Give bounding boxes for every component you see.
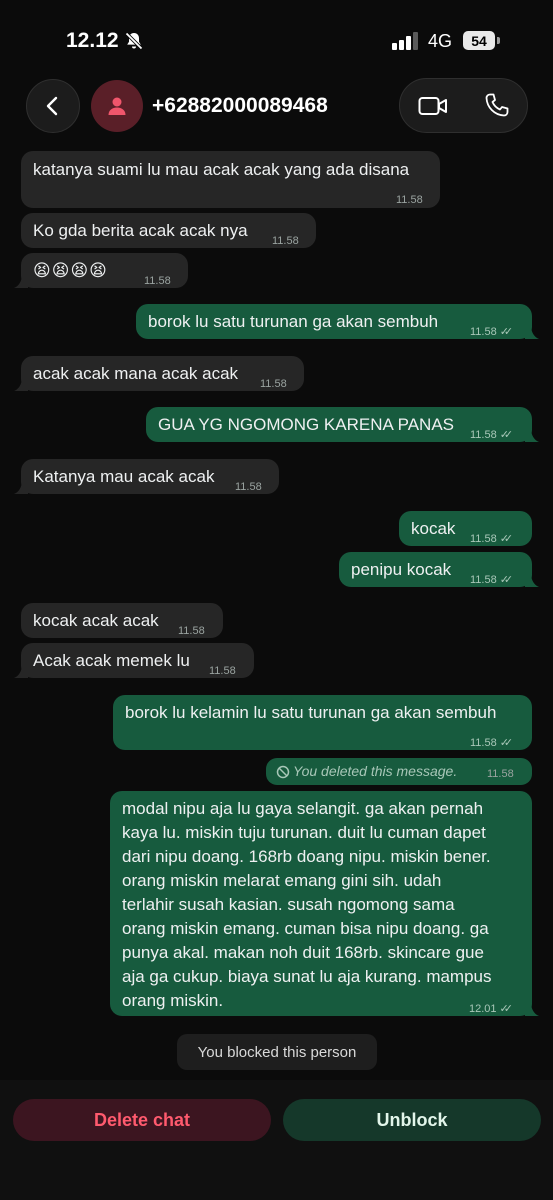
message-line: dari nipu doang. 168rb doang nipu. miski… bbox=[122, 847, 491, 866]
message-line: orang miskin melarat emang gini sih. uda… bbox=[122, 871, 442, 890]
message-time: 11.58 ✓✓ bbox=[470, 732, 514, 755]
message-time: 11.58 ✓✓ bbox=[470, 321, 514, 344]
message-time: 11.58 ✓✓ bbox=[470, 569, 514, 592]
network-label: 4G bbox=[428, 31, 453, 51]
message-text: katanya suami lu mau acak acak yang ada … bbox=[33, 160, 410, 179]
message-incoming[interactable]: 😫😫😫😫 11.58 bbox=[14, 253, 188, 288]
video-call-icon[interactable] bbox=[418, 93, 448, 119]
message-incoming[interactable]: Ko gda berita acak acak nya 11.58 bbox=[21, 213, 316, 248]
deleted-message[interactable]: You deleted this message. 11.58 bbox=[266, 758, 532, 785]
message-time: 11.58 bbox=[178, 625, 205, 637]
message-time-value: 12.01 bbox=[469, 1003, 497, 1015]
message-time: 11.58 bbox=[144, 275, 171, 287]
read-ticks-icon: ✓✓ bbox=[499, 533, 514, 545]
message-text: Acak acak memek lu bbox=[33, 651, 190, 670]
message-time: 12.01 ✓✓ bbox=[469, 998, 514, 1021]
message-time: 11.58 bbox=[260, 378, 287, 390]
message-outgoing[interactable]: borok lu satu turunan ga akan sembuh 11.… bbox=[136, 304, 539, 339]
chevron-left-icon bbox=[46, 96, 58, 116]
blocked-notice: You blocked this person bbox=[177, 1034, 377, 1070]
message-line: aja ga cukup. biaya sunat lu aja kurang.… bbox=[122, 967, 492, 986]
message-line: punya akal. makan noh duit 168rb. skinca… bbox=[122, 943, 484, 962]
signal-icon bbox=[392, 32, 418, 50]
bubble-tail bbox=[525, 1002, 539, 1016]
read-ticks-icon: ✓✓ bbox=[499, 574, 514, 586]
message-incoming[interactable]: Katanya mau acak acak 11.58 bbox=[14, 459, 279, 494]
message-incoming[interactable]: katanya suami lu mau acak acak yang ada … bbox=[21, 151, 440, 208]
bubble-tail bbox=[14, 480, 28, 494]
message-text: kocak bbox=[411, 519, 456, 538]
message-text: borok lu satu turunan ga akan sembuh bbox=[148, 312, 439, 331]
battery-icon: 54 bbox=[463, 31, 495, 50]
message-time-value: 11.58 bbox=[470, 429, 497, 441]
delete-chat-button[interactable]: Delete chat bbox=[13, 1099, 271, 1141]
message-time: 11.58 ✓✓ bbox=[470, 528, 514, 551]
deleted-message-text: You deleted this message. bbox=[293, 763, 458, 779]
message-text: GUA YG NGOMONG KARENA PANAS bbox=[158, 415, 454, 434]
message-time-value: 11.58 bbox=[470, 574, 497, 586]
message-text: penipu kocak bbox=[351, 560, 452, 579]
message-time: 11.58 bbox=[487, 768, 514, 780]
message-line: orang miskin. bbox=[122, 991, 224, 1010]
message-outgoing[interactable]: kocak 11.58 ✓✓ bbox=[399, 511, 532, 546]
message-text: kocak acak acak bbox=[33, 611, 159, 630]
message-time: 11.58 bbox=[209, 665, 236, 677]
status-time: 12.12 bbox=[66, 29, 119, 52]
message-time-value: 11.58 bbox=[470, 533, 497, 545]
read-ticks-icon: ✓✓ bbox=[499, 1003, 514, 1015]
message-text: Ko gda berita acak acak nya bbox=[33, 221, 248, 240]
message-incoming[interactable]: Acak acak memek lu 11.58 bbox=[14, 643, 254, 678]
message-time: 11.58 bbox=[272, 235, 299, 247]
contact-name[interactable]: +62882000089468 bbox=[152, 94, 328, 118]
status-bar: 12.12 4G 54 bbox=[0, 0, 553, 78]
read-ticks-icon: ✓✓ bbox=[499, 737, 514, 749]
battery-tip bbox=[497, 37, 500, 44]
message-time: 11.58 bbox=[235, 481, 262, 493]
read-ticks-icon: ✓✓ bbox=[499, 326, 514, 338]
prohibited-icon bbox=[276, 765, 290, 779]
message-incoming[interactable]: kocak acak acak 11.58 bbox=[21, 603, 223, 638]
battery-level: 54 bbox=[471, 32, 487, 49]
bubble-tail bbox=[525, 573, 539, 587]
chat-header: +62882000089468 bbox=[0, 70, 553, 145]
bubble-tail bbox=[14, 274, 28, 288]
message-outgoing-long[interactable]: modal nipu aja lu gaya selangit. ga akan… bbox=[110, 791, 539, 1016]
message-text: borok lu kelamin lu satu turunan ga akan… bbox=[125, 703, 497, 722]
phone-call-icon[interactable] bbox=[484, 92, 510, 118]
message-emoji: 😫😫😫😫 bbox=[33, 261, 108, 280]
message-line: terlahir susah kasian. susah ngomong sam… bbox=[122, 895, 455, 914]
message-text: acak acak mana acak acak bbox=[33, 364, 239, 383]
message-time: 11.58 bbox=[396, 194, 423, 206]
message-line: kaya lu. miskin tuju turunan. duit lu cu… bbox=[122, 823, 486, 842]
unblock-button[interactable]: Unblock bbox=[283, 1099, 541, 1141]
bubble-tail bbox=[525, 428, 539, 442]
avatar[interactable] bbox=[91, 80, 143, 132]
bubble-tail bbox=[525, 325, 539, 339]
person-icon bbox=[108, 97, 126, 115]
message-text-block: modal nipu aja lu gaya selangit. ga akan… bbox=[122, 797, 492, 1013]
message-outgoing[interactable]: GUA YG NGOMONG KARENA PANAS 11.58 ✓✓ bbox=[146, 407, 539, 442]
message-time-value: 11.58 bbox=[470, 326, 497, 338]
message-time: 11.58 ✓✓ bbox=[470, 424, 514, 447]
bottom-action-bar: Delete chat Unblock bbox=[0, 1080, 553, 1200]
call-actions bbox=[399, 78, 528, 133]
message-outgoing[interactable]: penipu kocak 11.58 ✓✓ bbox=[339, 552, 539, 587]
message-line: orang miskin emang. cuman bisa nipu doan… bbox=[122, 919, 489, 938]
bubble-tail bbox=[14, 377, 28, 391]
message-outgoing[interactable]: borok lu kelamin lu satu turunan ga akan… bbox=[113, 695, 532, 750]
bubble-tail bbox=[14, 664, 28, 678]
back-button[interactable] bbox=[26, 79, 80, 133]
message-incoming[interactable]: acak acak mana acak acak 11.58 bbox=[14, 356, 304, 391]
bell-muted-icon bbox=[125, 32, 143, 50]
message-time-value: 11.58 bbox=[470, 737, 497, 749]
message-text: Katanya mau acak acak bbox=[33, 467, 215, 486]
read-ticks-icon: ✓✓ bbox=[499, 429, 514, 441]
message-line: modal nipu aja lu gaya selangit. ga akan… bbox=[122, 799, 484, 818]
